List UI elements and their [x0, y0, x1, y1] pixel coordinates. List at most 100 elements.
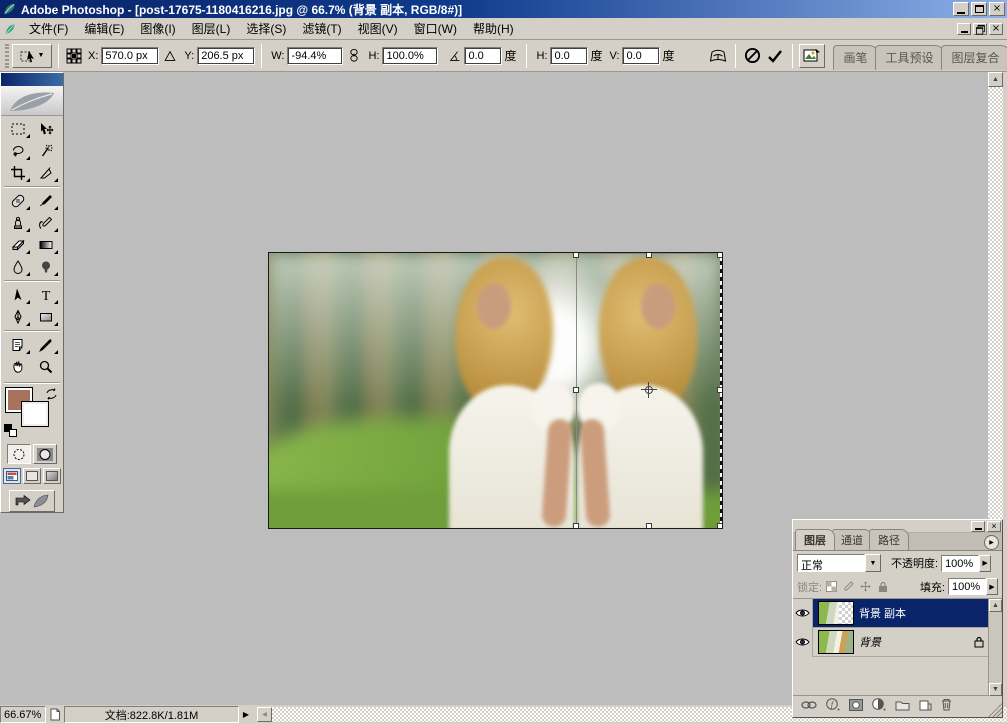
- blend-mode-dropdown-button[interactable]: ▼: [865, 554, 881, 572]
- quick-mask-mode-button[interactable]: [33, 444, 57, 464]
- doc-close-button[interactable]: ×: [989, 23, 1003, 35]
- new-layer-button[interactable]: [919, 699, 932, 711]
- standard-screen-mode-button[interactable]: [3, 468, 21, 484]
- slice-tool[interactable]: [32, 162, 60, 184]
- default-colors-icon[interactable]: [4, 424, 18, 437]
- h-skew-input[interactable]: [550, 47, 588, 65]
- menu-window[interactable]: 窗口(W): [406, 18, 465, 39]
- x-input[interactable]: [101, 47, 159, 65]
- add-layer-mask-button[interactable]: [849, 699, 863, 711]
- transform-handle-top-center[interactable]: [646, 252, 652, 258]
- options-bar-grip[interactable]: [5, 44, 9, 68]
- standard-mode-button[interactable]: [7, 444, 31, 464]
- hand-tool[interactable]: [4, 356, 32, 378]
- commit-transform-button[interactable]: [764, 45, 786, 67]
- transform-handle-middle-left[interactable]: [573, 387, 579, 393]
- minimize-button[interactable]: [953, 2, 969, 16]
- menu-edit[interactable]: 编辑(E): [76, 18, 132, 39]
- transform-handle-bottom-center[interactable]: [646, 523, 652, 529]
- toolbox-feather-banner[interactable]: [1, 86, 63, 116]
- path-selection-tool[interactable]: [4, 284, 32, 306]
- canvas-image[interactable]: [268, 252, 723, 529]
- opacity-spinner-button[interactable]: ▶: [979, 555, 991, 572]
- rotate-input[interactable]: [464, 47, 502, 65]
- transform-handle-top-right[interactable]: [717, 252, 723, 258]
- layer-name[interactable]: 背景: [859, 634, 881, 650]
- layer-name[interactable]: 背景 副本: [859, 605, 906, 621]
- visibility-toggle[interactable]: [793, 599, 813, 628]
- notes-tool[interactable]: [4, 334, 32, 356]
- healing-brush-tool[interactable]: [4, 190, 32, 212]
- lock-all-button[interactable]: [876, 580, 889, 593]
- layer-list-scrollbar[interactable]: ▲ ▼: [988, 599, 1002, 696]
- zoom-tool[interactable]: [32, 356, 60, 378]
- link-layers-button[interactable]: [801, 700, 817, 710]
- opacity-value[interactable]: 100%: [941, 555, 979, 572]
- eyedropper-tool[interactable]: [32, 334, 60, 356]
- document-icon[interactable]: [3, 22, 17, 36]
- doc-restore-button[interactable]: [973, 23, 987, 35]
- blur-tool[interactable]: [4, 256, 32, 278]
- transform-reference-point[interactable]: [643, 384, 655, 396]
- hscroll-left-button[interactable]: ◀: [257, 707, 272, 722]
- layer-row-background-copy[interactable]: 背景 副本: [793, 599, 988, 628]
- menu-select[interactable]: 选择(S): [238, 18, 294, 39]
- lasso-tool[interactable]: [4, 140, 32, 162]
- doc-minimize-button[interactable]: [957, 23, 971, 35]
- background-color-swatch[interactable]: [22, 402, 48, 426]
- menu-layer[interactable]: 图层(L): [184, 18, 239, 39]
- lock-pixels-button[interactable]: [842, 580, 855, 593]
- history-brush-tool[interactable]: [32, 212, 60, 234]
- shape-tool[interactable]: [32, 306, 60, 328]
- type-tool[interactable]: T: [32, 284, 60, 306]
- clone-stamp-tool[interactable]: [4, 212, 32, 234]
- warp-mode-button[interactable]: [707, 45, 729, 67]
- v-skew-input[interactable]: [622, 47, 660, 65]
- menu-file[interactable]: 文件(F): [21, 18, 76, 39]
- y-input[interactable]: [197, 47, 255, 65]
- cancel-transform-button[interactable]: [742, 45, 764, 67]
- layer-row-background[interactable]: 背景: [793, 628, 988, 657]
- app-icon[interactable]: [2, 2, 17, 16]
- pen-tool[interactable]: [4, 306, 32, 328]
- fullscreen-with-menu-button[interactable]: [23, 468, 41, 484]
- status-options-button[interactable]: ▶: [239, 706, 253, 723]
- tab-paths[interactable]: 路径: [869, 529, 909, 550]
- link-dimensions-button[interactable]: [343, 45, 365, 67]
- tab-brushes[interactable]: 画笔: [833, 45, 879, 70]
- move-tool[interactable]: [32, 118, 60, 140]
- transform-handle-bottom-right[interactable]: [717, 523, 723, 529]
- transform-handle-middle-right[interactable]: [717, 387, 723, 393]
- lock-transparency-button[interactable]: [825, 580, 838, 593]
- brush-tool[interactable]: [32, 190, 60, 212]
- swap-colors-icon[interactable]: [45, 388, 58, 400]
- transform-handle-bottom-left[interactable]: [573, 523, 579, 529]
- eraser-tool[interactable]: [4, 234, 32, 256]
- dodge-tool[interactable]: [32, 256, 60, 278]
- width-input[interactable]: [287, 47, 343, 65]
- status-page-button[interactable]: [46, 706, 64, 723]
- maximize-button[interactable]: [971, 2, 987, 16]
- menu-image[interactable]: 图像(I): [132, 18, 183, 39]
- palette-minimize-button[interactable]: [971, 521, 985, 532]
- current-tool-button[interactable]: ▼: [12, 44, 52, 68]
- rectangular-marquee-tool[interactable]: [4, 118, 32, 140]
- close-button[interactable]: ×: [989, 2, 1005, 16]
- fill-value[interactable]: 100%: [948, 578, 986, 595]
- layer-scroll-down-button[interactable]: ▼: [989, 683, 1002, 696]
- scroll-up-button[interactable]: ▲: [988, 72, 1003, 87]
- palette-resize-grip[interactable]: [988, 703, 1002, 717]
- menu-filter[interactable]: 滤镜(T): [294, 18, 349, 39]
- blend-mode-select[interactable]: 正常 ▼: [797, 554, 881, 572]
- fullscreen-button[interactable]: [43, 468, 61, 484]
- height-input[interactable]: [382, 47, 438, 65]
- tab-layer-comps[interactable]: 图层复合: [941, 45, 1007, 70]
- toolbox-title-bar[interactable]: [1, 73, 63, 86]
- lock-position-button[interactable]: [859, 580, 872, 593]
- relative-position-toggle[interactable]: [159, 45, 181, 67]
- reference-point-locator-icon[interactable]: [65, 47, 83, 65]
- magic-wand-tool[interactable]: [32, 140, 60, 162]
- menu-view[interactable]: 视图(V): [350, 18, 406, 39]
- palette-menu-button[interactable]: ▶: [984, 535, 999, 550]
- layer-style-button[interactable]: f: [826, 698, 840, 711]
